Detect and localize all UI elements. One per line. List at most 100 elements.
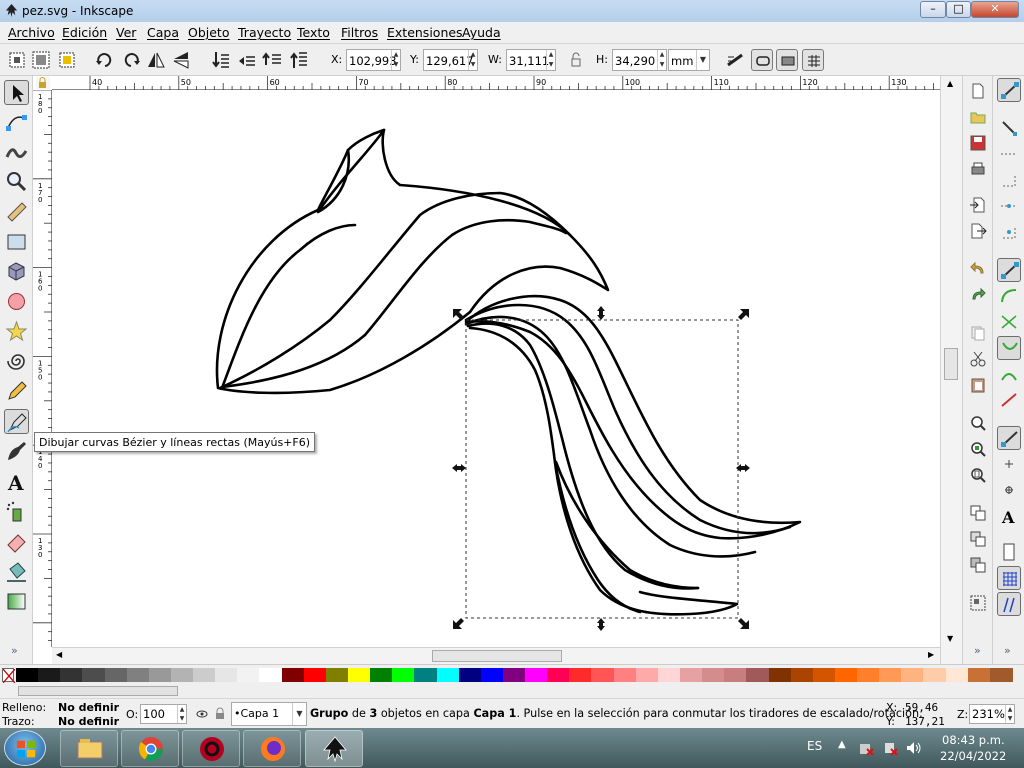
color-swatch[interactable] bbox=[635, 668, 659, 682]
volume-icon[interactable] bbox=[905, 740, 923, 756]
chevron-down-icon[interactable]: ▼ bbox=[292, 703, 306, 725]
menu-texto[interactable]: Texto bbox=[297, 25, 330, 40]
rect-tool[interactable] bbox=[4, 229, 29, 254]
pen-tool[interactable] bbox=[4, 409, 29, 434]
color-swatch[interactable] bbox=[702, 668, 725, 682]
snap-rotation-center[interactable] bbox=[997, 478, 1021, 502]
color-swatch[interactable] bbox=[502, 668, 526, 682]
color-swatch[interactable] bbox=[436, 668, 460, 682]
menu-filtros[interactable]: Filtros bbox=[341, 25, 378, 40]
menu-archivo[interactable]: Archivo bbox=[8, 25, 55, 40]
color-swatch[interactable] bbox=[259, 668, 283, 682]
color-swatch[interactable] bbox=[38, 668, 61, 682]
color-swatch[interactable] bbox=[768, 668, 792, 682]
color-swatch[interactable] bbox=[525, 668, 548, 682]
3dbox-tool[interactable] bbox=[4, 259, 29, 284]
spin-arrows-icon[interactable]: ▲ ▼ bbox=[177, 705, 186, 723]
spiral-tool[interactable] bbox=[4, 349, 29, 374]
color-swatch[interactable] bbox=[879, 668, 902, 682]
vertical-ruler[interactable]: 180170160150140130 bbox=[33, 90, 52, 647]
stroke-value[interactable]: No definir bbox=[58, 715, 119, 728]
save-icon[interactable] bbox=[969, 134, 987, 152]
task-firefox[interactable] bbox=[243, 730, 301, 767]
color-swatch[interactable] bbox=[591, 668, 615, 682]
ellipse-tool[interactable] bbox=[4, 289, 29, 314]
color-swatch[interactable] bbox=[281, 668, 305, 682]
task-app3[interactable] bbox=[182, 730, 240, 767]
snap-bbox-edge[interactable] bbox=[997, 142, 1021, 166]
snap-bbox-center[interactable] bbox=[997, 220, 1021, 244]
spin-arrows-icon[interactable]: ▲ ▼ bbox=[391, 50, 400, 70]
clone-icon[interactable] bbox=[969, 530, 987, 548]
more-commands-icon[interactable]: » bbox=[974, 644, 981, 657]
color-swatch[interactable] bbox=[325, 668, 349, 682]
scale-corners-icon[interactable] bbox=[751, 49, 773, 71]
color-swatch[interactable] bbox=[148, 668, 172, 682]
spin-arrows-icon[interactable]: ▲ ▼ bbox=[1005, 705, 1014, 723]
scroll-right-icon[interactable]: ▶ bbox=[928, 650, 934, 659]
rotate-ccw-icon[interactable] bbox=[94, 49, 116, 71]
duplicate-icon[interactable] bbox=[969, 504, 987, 522]
network-icon[interactable] bbox=[858, 740, 874, 756]
color-swatch[interactable] bbox=[414, 668, 438, 682]
color-swatch[interactable] bbox=[967, 668, 991, 682]
snap-others[interactable] bbox=[997, 426, 1021, 450]
color-swatch[interactable] bbox=[724, 668, 747, 682]
snap-page-border[interactable] bbox=[997, 540, 1021, 564]
zoom-field[interactable]: 231% ▲ ▼ bbox=[969, 704, 1015, 724]
lower-to-bottom-icon[interactable] bbox=[210, 49, 232, 71]
unit-select[interactable]: mm ▼ bbox=[668, 49, 710, 71]
menu-capa[interactable]: Capa bbox=[147, 25, 179, 40]
more-snap-icon[interactable]: » bbox=[1004, 644, 1011, 657]
snap-smooth[interactable] bbox=[997, 362, 1021, 386]
measure-tool[interactable] bbox=[4, 199, 29, 224]
w-field[interactable]: 31,111 ▲ ▼ bbox=[506, 49, 556, 71]
color-swatch[interactable] bbox=[458, 668, 482, 682]
drawing-canvas[interactable] bbox=[52, 91, 940, 647]
clock-date[interactable]: 22/04/2022 bbox=[940, 749, 1006, 763]
scale-stroke-icon[interactable] bbox=[724, 49, 746, 71]
color-swatch[interactable] bbox=[812, 668, 836, 682]
snap-text-baseline[interactable]: A bbox=[997, 504, 1021, 528]
menu-edicion[interactable]: Edición bbox=[62, 25, 107, 40]
new-document-icon[interactable] bbox=[969, 82, 987, 100]
color-swatch[interactable] bbox=[237, 668, 261, 682]
transform-patterns-icon[interactable] bbox=[802, 49, 824, 71]
group-icon[interactable] bbox=[969, 594, 987, 612]
zoom-drawing-icon[interactable] bbox=[969, 440, 987, 458]
print-icon[interactable] bbox=[969, 160, 987, 178]
maximize-button[interactable]: □ bbox=[946, 1, 971, 18]
color-swatch[interactable] bbox=[923, 668, 947, 682]
select-all-icon[interactable] bbox=[6, 49, 28, 71]
task-inkscape[interactable] bbox=[305, 730, 363, 767]
color-swatch[interactable] bbox=[392, 668, 415, 682]
snap-line-midpoint[interactable] bbox=[997, 388, 1021, 412]
language-indicator[interactable]: ES bbox=[807, 739, 822, 753]
menu-objeto[interactable]: Objeto bbox=[188, 25, 230, 40]
color-swatch[interactable] bbox=[657, 668, 681, 682]
zoom-selection-icon[interactable] bbox=[969, 414, 987, 432]
spray-tool[interactable] bbox=[4, 499, 29, 524]
opacity-field[interactable]: 100 ▲ ▼ bbox=[140, 704, 187, 724]
open-icon[interactable] bbox=[969, 108, 987, 126]
color-swatch[interactable] bbox=[569, 668, 593, 682]
lock-icon[interactable] bbox=[565, 49, 587, 71]
color-swatch[interactable] bbox=[370, 668, 393, 682]
color-swatch[interactable] bbox=[16, 668, 39, 682]
palette-scrollbar[interactable] bbox=[0, 684, 1024, 698]
color-swatch[interactable] bbox=[126, 668, 150, 682]
task-explorer[interactable] bbox=[60, 730, 118, 767]
select-all-layers-icon[interactable] bbox=[30, 49, 52, 71]
lower-icon[interactable] bbox=[236, 49, 258, 71]
close-button[interactable]: ✕ bbox=[971, 1, 1019, 18]
layer-visibility-icon[interactable] bbox=[196, 708, 208, 720]
color-swatch[interactable] bbox=[746, 668, 770, 682]
calligraphy-tool[interactable] bbox=[4, 439, 29, 464]
pencil-tool[interactable] bbox=[4, 379, 29, 404]
node-tool[interactable] bbox=[4, 110, 29, 135]
transform-gradients-icon[interactable] bbox=[776, 49, 798, 71]
color-swatch[interactable] bbox=[348, 668, 371, 682]
menu-trayecto[interactable]: Trayecto bbox=[238, 25, 291, 40]
menu-ayuda[interactable]: Ayuda bbox=[462, 25, 501, 40]
palette-scroll-thumb[interactable] bbox=[18, 686, 178, 696]
